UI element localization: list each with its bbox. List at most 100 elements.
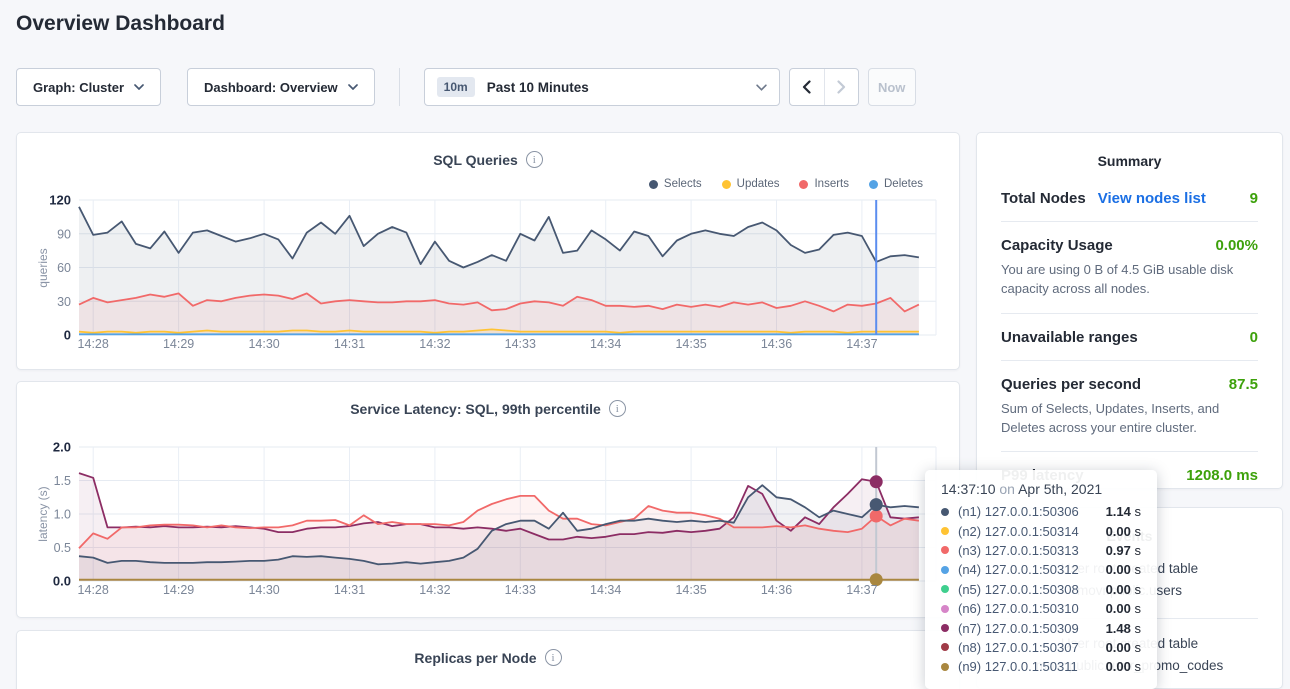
summary-row-value: 0.00% [1215,237,1258,254]
time-forward-button[interactable] [824,69,858,105]
summary-row-description: Sum of Selects, Updates, Inserts, and De… [1001,400,1258,438]
tooltip-node-label: (n7) 127.0.0.1:50309 [958,621,1079,636]
x-axis-tick-label: 14:35 [675,583,706,597]
x-axis-tick-label: 14:34 [590,337,621,351]
tooltip-node-label: (n3) 127.0.0.1:50313 [958,543,1079,558]
y-axis-tick-label: 30 [57,295,71,309]
tooltip-node-value: 1.14 s [1106,504,1141,519]
dashboard-controls: Graph: Cluster Dashboard: Overview 10m P… [16,68,916,106]
tooltip-node-row: (n9) 127.0.0.1:50311 0.00 s [941,657,1141,676]
x-axis-tick-label: 14:29 [163,583,194,597]
hover-point [870,498,883,511]
service-latency-chart[interactable]: 0.00.51.01.52.014:2814:2914:3014:3114:32… [17,382,961,619]
y-axis-tick-label: 0.5 [54,541,71,555]
x-axis-tick-label: 14:37 [846,337,877,351]
tooltip-node-value: 0.00 s [1106,524,1141,539]
series-dot-icon [941,663,949,671]
x-axis-tick-label: 14:31 [334,583,365,597]
service-latency-chart-card: Service Latency: SQL, 99th percentile i … [16,381,960,618]
summary-row-label: Total Nodes [1001,190,1086,207]
time-back-button[interactable] [790,69,824,105]
series-dot-icon [941,527,949,535]
dashboard-dropdown-label: Dashboard: Overview [204,80,338,95]
chevron-down-icon [348,84,358,90]
y-axis-tick-label: 90 [57,227,71,241]
y-axis-title: latency (s) [36,486,50,541]
x-axis-tick-label: 14:36 [761,337,792,351]
series-dot-icon [941,643,949,651]
x-axis-tick-label: 14:33 [505,583,536,597]
y-axis-tick-label: 0.0 [53,574,71,589]
summary-row-value: 87.5 [1229,376,1258,393]
summary-row-label: Capacity Usage [1001,237,1113,254]
summary-row: Total NodesView nodes list9 [1001,175,1258,222]
dashboard-dropdown[interactable]: Dashboard: Overview [187,68,375,106]
tooltip-node-row: (n1) 127.0.0.1:50306 1.14 s [941,502,1141,521]
charts-column: SQL Queries i SelectsUpdatesInsertsDelet… [16,132,960,689]
time-range-picker[interactable]: 10m Past 10 Minutes [424,68,780,106]
summary-panel-title: Summary [1001,153,1258,169]
x-axis-tick-label: 14:32 [419,337,450,351]
x-axis-tick-label: 14:29 [163,337,194,351]
replicas-per-node-chart-title: Replicas per Node [414,650,536,666]
x-axis-tick-label: 14:30 [248,583,279,597]
y-axis-tick-label: 1.0 [54,508,71,522]
x-axis-tick-label: 14:28 [78,583,109,597]
summary-row: Unavailable ranges 0 [1001,314,1258,361]
info-icon[interactable]: i [545,649,562,666]
x-axis-tick-label: 14:28 [78,337,109,351]
tooltip-node-value: 0.00 s [1106,582,1141,597]
tooltip-node-label: (n9) 127.0.0.1:50311 [958,659,1078,674]
series-dot-icon [941,585,949,593]
series-dot-icon [941,508,949,516]
tooltip-node-row: (n7) 127.0.0.1:503091.48 s [941,618,1141,637]
summary-row-value: 0 [1250,329,1258,346]
tooltip-node-label: (n6) 127.0.0.1:50310 [958,601,1079,616]
tooltip-node-label: (n4) 127.0.0.1:50312 [958,562,1079,577]
graph-scope-dropdown[interactable]: Graph: Cluster [16,68,161,106]
series-dot-icon [941,605,949,613]
x-axis-tick-label: 14:37 [846,583,877,597]
series-dot-icon [941,546,949,554]
tooltip-node-value: 0.00 s [1106,659,1141,674]
tooltip-node-label: (n1) 127.0.0.1:50306 [958,504,1079,519]
tooltip-timestamp: 14:37:10 on Apr 5th, 2021 [941,481,1141,497]
x-axis-tick-label: 14:31 [334,337,365,351]
chevron-down-icon [756,84,767,91]
sql-queries-chart[interactable]: 0 30 60 90 120 14:28 14:29 14:30 14:31 14:32 14:33… [17,133,961,371]
view-nodes-list-link[interactable]: View nodes list [1098,190,1206,207]
tooltip-node-label: (n5) 127.0.0.1:50308 [958,582,1079,597]
x-axis-tick-label: 14:33 [505,337,536,351]
time-range-label: Past 10 Minutes [487,80,756,95]
tooltip-node-row: (n3) 127.0.0.1:50313 0.97 s [941,541,1141,560]
series-dot-icon [941,566,949,574]
tooltip-node-row: (n6) 127.0.0.1:50310 0.00 s [941,599,1141,618]
summary-row-label: Unavailable ranges [1001,329,1138,346]
y-axis-title: queries [36,248,50,287]
graph-scope-label: Graph: Cluster [33,80,124,95]
sql-queries-chart-card: SQL Queries i SelectsUpdatesInsertsDelet… [16,132,960,370]
tooltip-node-value: 0.00 s [1106,640,1141,655]
tooltip-node-value: 0.97 s [1106,543,1141,558]
tooltip-node-value: 0.00 s [1106,601,1141,616]
now-button[interactable]: Now [868,68,916,106]
y-axis-tick-label: 120 [49,193,71,208]
summary-row-label: Queries per second [1001,376,1141,393]
time-nav-group [789,68,859,106]
tooltip-node-value: 0.00 s [1106,562,1141,577]
summary-row-value: 1208.0 ms [1186,467,1258,484]
summary-row: Queries per second 87.5 Sum of Selects, Up… [1001,361,1258,453]
replicas-per-node-chart-card: Replicas per Node i [16,630,960,689]
y-axis-tick-label: 60 [57,261,71,275]
page-title: Overview Dashboard [16,12,225,36]
x-axis-tick-label: 14:35 [675,337,706,351]
overview-dashboard-page: Overview Dashboard Graph: Cluster Dashbo… [0,0,1290,689]
x-axis-tick-label: 14:30 [248,337,279,351]
tooltip-node-label: (n8) 127.0.0.1:50307 [958,640,1079,655]
tooltip-node-row: (n8) 127.0.0.1:50307 0.00 s [941,638,1141,657]
summary-row-description: You are using 0 B of 4.5 GiB usable disk… [1001,261,1258,299]
time-range-badge: 10m [437,77,475,97]
controls-divider [399,68,400,106]
x-axis-tick-label: 14:34 [590,583,621,597]
y-axis-tick-label: 0 [64,328,71,343]
